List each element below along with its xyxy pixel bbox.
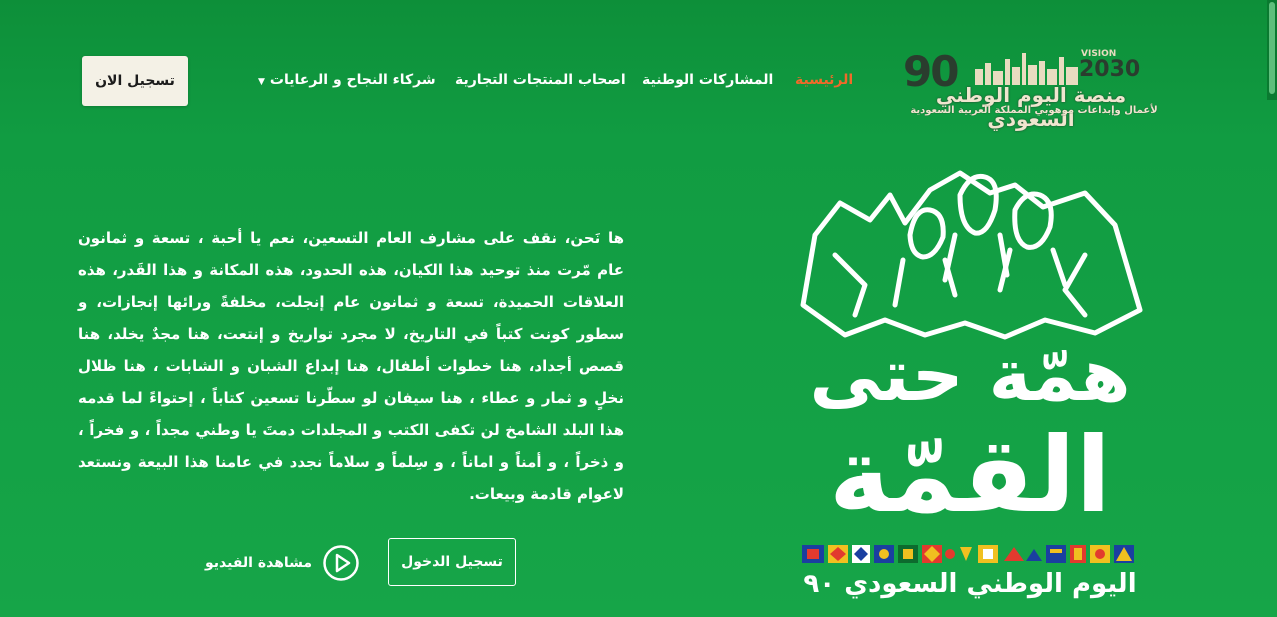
logo-subtitle: لأعمال وإبداعات موهوبي المملكة العربية ا… xyxy=(910,105,1158,116)
play-icon xyxy=(323,545,359,581)
watch-video-label: مشاهدة الفيديو xyxy=(205,555,313,571)
slogan-line1: همّة حتى xyxy=(809,333,1131,417)
national-day-emblem: همّة حتى القمّة اليوم الوطني السعودي ٩٠ xyxy=(795,165,1145,617)
intro-paragraph: ها نَحن، نقف على مشارف العام التسعين، نع… xyxy=(78,229,624,503)
sadu-pattern-strip xyxy=(802,545,1134,563)
slogan-line2: القمّة xyxy=(828,414,1112,536)
login-button[interactable]: تسجيل الدخول xyxy=(388,538,516,586)
watch-video-button[interactable]: مشاهدة الفيديو xyxy=(205,544,360,582)
vision-year: 2030 xyxy=(1079,57,1141,82)
nav-item-partners-label: شركاء النجاح و الرعايات xyxy=(269,72,436,88)
register-now-button[interactable]: تسجيل الان xyxy=(82,56,188,106)
site-logo[interactable]: 90 VISION 2030 منصة اليوم الوطني السعودي… xyxy=(895,45,1173,131)
nav-item-commercial-products[interactable]: اصحاب المنتجات التجارية xyxy=(455,72,626,88)
caret-down-icon: ▼ xyxy=(258,77,265,87)
kings-mountain-illustration xyxy=(800,170,1143,340)
scrollbar-thumb[interactable] xyxy=(1269,2,1275,94)
scrollbar[interactable] xyxy=(1267,0,1277,100)
nav-item-partners-sponsors[interactable]: شركاء النجاح و الرعايات ▼ xyxy=(258,72,436,88)
skyline-icon xyxy=(975,53,1078,85)
national-day-title: اليوم الوطني السعودي ٩٠ xyxy=(803,569,1137,599)
nav-item-national-participations[interactable]: المشاركات الوطنية xyxy=(642,72,773,88)
nav-item-home[interactable]: الرئيسية xyxy=(795,72,853,88)
